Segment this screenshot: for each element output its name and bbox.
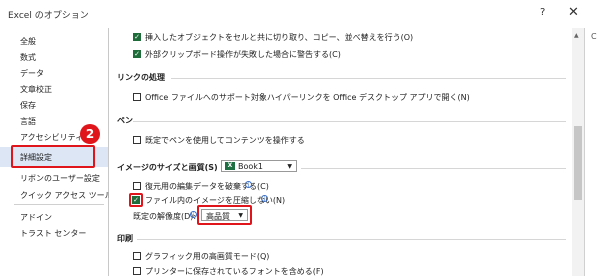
open-links-in-desktop-checkbox[interactable] [133, 93, 141, 101]
printer-fonts-checkbox[interactable] [133, 267, 141, 275]
high-quality-graphics-label: グラフィック用の高画質モード(Q) [145, 252, 270, 261]
cut-copy-sort-objects-label: 挿入したオブジェクトをセルと共に切り取り、コピー、並べ替えを行う(O) [145, 33, 414, 42]
title-bar: Excel のオプション ? ✕ [0, 0, 600, 28]
link-handling-heading: リンクの処理 [117, 73, 165, 82]
default-resolution-label: 既定の解像度(D): [133, 212, 197, 221]
background-window-edge: C [584, 28, 600, 276]
info-icon[interactable]: i [190, 211, 197, 219]
scrollbar-thumb[interactable] [574, 126, 582, 200]
section-divider [171, 78, 566, 79]
clipboard-warning-label: 外部クリップボード操作が失敗した場合に警告する(C) [145, 50, 341, 59]
vertical-scrollbar[interactable]: ▲ [572, 28, 584, 276]
clipboard-warning-checkbox[interactable]: ✓ [133, 50, 141, 58]
high-quality-graphics-checkbox[interactable] [133, 252, 141, 260]
window-title: Excel のオプション [8, 11, 89, 21]
workbook-dropdown[interactable]: X Book1 ▼ [221, 160, 297, 172]
scroll-up-icon[interactable]: ▲ [574, 32, 579, 39]
pen-default-checkbox[interactable] [133, 136, 141, 144]
sidebar-item-quick-access-toolbar[interactable]: クイック アクセス ツール バー [0, 185, 131, 205]
pen-heading: ペン [117, 116, 133, 125]
do-not-compress-images-checkbox[interactable]: ✓ [132, 196, 140, 204]
section-divider [301, 168, 566, 169]
sidebar-item-trust-center[interactable]: トラスト センター [0, 223, 108, 243]
column-header-fragment: C [591, 32, 597, 41]
info-icon[interactable]: i [245, 181, 252, 189]
advanced-highlight-box [11, 145, 95, 168]
sidebar-divider [14, 204, 104, 205]
excel-icon: X [225, 162, 235, 170]
help-button[interactable]: ? [540, 7, 545, 18]
print-heading: 印刷 [117, 234, 133, 243]
options-panel: ✓ 挿入したオブジェクトをセルと共に切り取り、コピー、並べ替えを行う(O) ✓ … [109, 28, 572, 276]
chevron-down-icon: ▼ [287, 163, 292, 170]
image-size-quality-heading: イメージのサイズと画質(S) [117, 163, 218, 172]
open-links-in-desktop-label: Office ファイルへのサポート対象ハイパーリンクを Office デスクトッ… [145, 93, 470, 102]
step-badge: 2 [80, 124, 100, 144]
printer-fonts-label: プリンターに保存されているフォントを含める(F) [145, 267, 324, 276]
section-divider [137, 239, 566, 240]
close-button[interactable]: ✕ [568, 5, 579, 20]
pen-default-label: 既定でペンを使用してコンテンツを操作する [145, 136, 305, 145]
section-divider [133, 121, 566, 122]
chevron-down-icon: ▼ [238, 212, 243, 219]
default-resolution-dropdown[interactable]: 高品質 ▼ [201, 209, 248, 221]
info-icon[interactable]: i [261, 195, 268, 203]
cut-copy-sort-objects-checkbox[interactable]: ✓ [133, 33, 141, 41]
discard-editing-data-checkbox[interactable] [133, 182, 141, 190]
